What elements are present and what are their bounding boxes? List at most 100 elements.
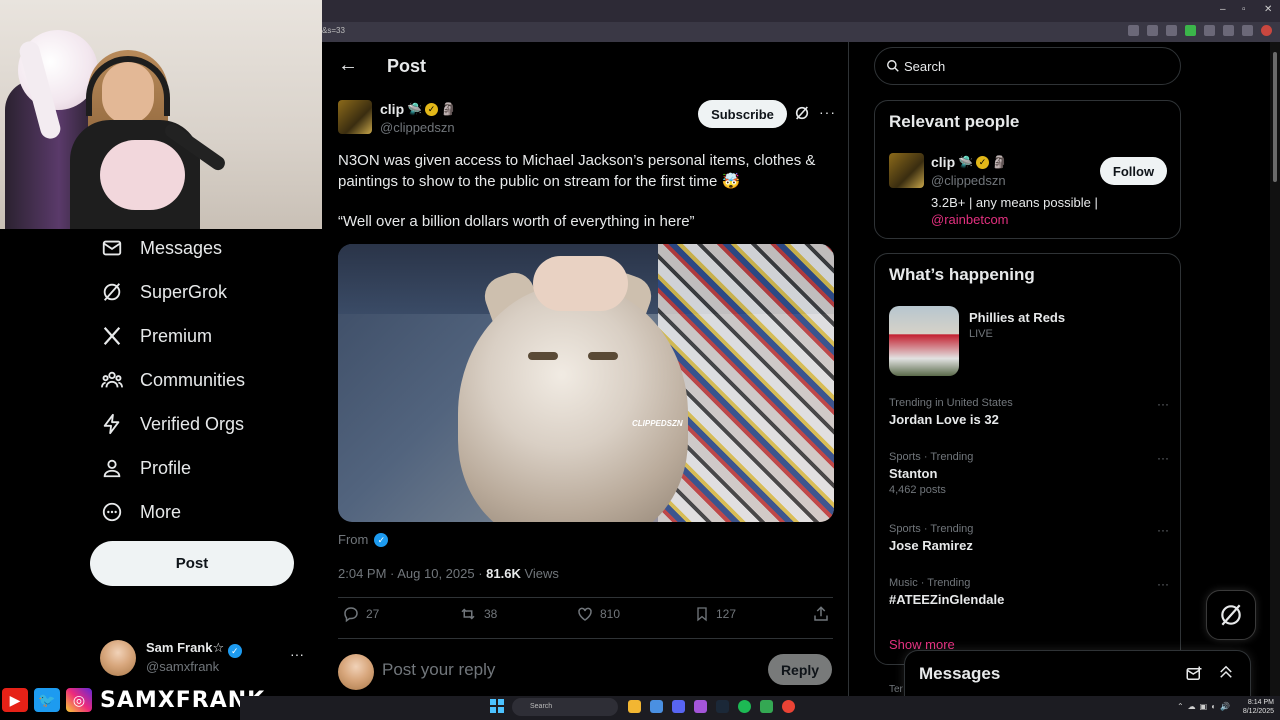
cat	[458, 284, 688, 522]
footer-links[interactable]: Ter	[889, 684, 903, 695]
share-action[interactable]	[812, 605, 830, 623]
relevant-handle[interactable]: @clippedszn	[931, 173, 1006, 188]
trend-name: Jordan Love is 32	[889, 412, 999, 427]
trend-item[interactable]: Sports · Trending Stanton 4,462 posts ··…	[889, 451, 1169, 496]
browser-titlebar	[322, 0, 1280, 22]
system-tray-icons[interactable]: ⌃☁▣◐🔊	[1177, 702, 1234, 711]
bio-link[interactable]: @rainbetcom	[931, 212, 1009, 227]
repost-action[interactable]: 38	[458, 605, 497, 623]
nav-profile[interactable]: Profile	[100, 450, 191, 486]
media-watermark: CLIPPEDSZN	[632, 419, 683, 428]
post-more-icon[interactable]: ···	[819, 104, 836, 120]
search-input[interactable]: Search	[874, 47, 1181, 85]
post-text: N3ON was given access to Michael Jackson…	[338, 152, 816, 190]
affiliate-badge-icon: 🗿	[992, 155, 1008, 169]
twitch-icon[interactable]	[694, 700, 707, 713]
page-title: Post	[387, 56, 427, 76]
taskbar-clock[interactable]: 8:14 PM 8/12/2025	[1243, 698, 1274, 716]
like-action[interactable]: 810	[576, 605, 620, 623]
twitter-icon: 🐦	[32, 686, 62, 714]
relevant-name[interactable]: clip 🛸 ✓ 🗿	[931, 154, 1007, 170]
relevant-avatar[interactable]	[889, 153, 924, 188]
author-avatar[interactable]	[338, 100, 372, 134]
trend-more-icon[interactable]: ···	[1157, 451, 1169, 465]
post-media-video[interactable]: CLIPPEDSZN	[338, 244, 834, 522]
new-message-icon	[1186, 666, 1202, 680]
nav-supergrok[interactable]: SuperGrok	[100, 274, 227, 310]
clock-time: 8:14 PM	[1247, 699, 1274, 706]
nav-communities[interactable]: Communities	[100, 362, 245, 398]
relevant-people-panel: Relevant people clip 🛸 ✓ 🗿 @clippedszn 3…	[874, 100, 1181, 239]
heart-icon	[578, 607, 592, 621]
grok-floating-button[interactable]	[1206, 590, 1256, 640]
gold-verified-icon: ✓	[425, 102, 439, 116]
chrome-icon[interactable]	[782, 700, 795, 713]
discord-icon[interactable]	[672, 700, 685, 713]
spotify-icon[interactable]	[738, 700, 751, 713]
messages-drawer[interactable]: Messages	[904, 650, 1251, 700]
trend-name: #ATEEZinGlendale	[889, 592, 1005, 607]
people-icon	[100, 368, 124, 392]
more-circle-icon	[100, 500, 124, 524]
trend-item[interactable]: Sports · Trending Jose Ramirez ···	[889, 523, 1169, 553]
account-switcher[interactable]: Sam Frank☆ ✓ @samxfrank ···	[100, 638, 310, 678]
file-explorer-icon[interactable]	[628, 700, 641, 713]
featured-trend-title[interactable]: Phillies at Reds	[969, 310, 1065, 325]
trend-meta: Music · Trending	[889, 577, 971, 589]
bookmark-action[interactable]: 127	[694, 605, 736, 623]
account-name-text: Sam Frank☆	[146, 640, 225, 655]
bio-text: 3.2B+ | any means possible |	[931, 195, 1098, 210]
follow-button[interactable]: Follow	[1100, 157, 1167, 185]
minimize-button[interactable]: –	[1220, 4, 1226, 15]
nav-more[interactable]: More	[100, 494, 181, 530]
extension-green-icon[interactable]	[1185, 25, 1196, 36]
trend-more-icon[interactable]: ···	[1157, 397, 1169, 411]
maximize-button[interactable]: ▫	[1242, 4, 1246, 15]
subscribe-button[interactable]: Subscribe	[698, 100, 787, 128]
back-arrow-icon[interactable]: ←	[338, 54, 358, 77]
author-name[interactable]: clip 🛸 ✓ 🗿	[380, 101, 456, 117]
nav-messages[interactable]: Messages	[100, 230, 222, 266]
from-attribution[interactable]: From ✓	[338, 532, 389, 547]
trend-more-icon[interactable]: ···	[1157, 523, 1169, 537]
taskbar-search[interactable]: Search	[512, 698, 618, 716]
nav-premium[interactable]: Premium	[100, 318, 212, 354]
zoom-icon[interactable]	[1147, 25, 1158, 36]
sidebar-icon[interactable]	[1223, 25, 1234, 36]
reply-icon	[344, 607, 358, 623]
grok-icon	[100, 280, 124, 304]
avatar	[100, 640, 136, 676]
post-actions: 27 38 810 127	[338, 605, 833, 629]
star-icon[interactable]	[1166, 25, 1177, 36]
account-more-icon[interactable]: ···	[290, 646, 304, 662]
extension-icon[interactable]	[1128, 25, 1139, 36]
steam-icon[interactable]	[716, 700, 729, 713]
nav-verified-orgs[interactable]: Verified Orgs	[100, 406, 244, 442]
trend-item[interactable]: Trending in United States Jordan Love is…	[889, 397, 1169, 427]
post-header: ← Post	[322, 42, 849, 92]
reply-button[interactable]: Reply	[768, 654, 832, 685]
grok-icon[interactable]	[794, 105, 810, 126]
relevant-bio: 3.2B+ | any means possible | @rainbetcom	[931, 194, 1098, 228]
chevron-up-icon	[1220, 665, 1232, 678]
scrollbar-thumb[interactable]	[1273, 52, 1277, 182]
compose-post-button[interactable]: Post	[90, 541, 294, 586]
trend-item[interactable]: Music · Trending #ATEEZinGlendale ···	[889, 577, 1169, 607]
nav-label: Premium	[140, 325, 213, 346]
person-icon	[100, 456, 124, 480]
trend-name: Jose Ramirez	[889, 538, 973, 553]
author-handle[interactable]: @clippedszn	[380, 120, 455, 135]
close-window-button[interactable]: ✕	[1264, 4, 1272, 15]
trend-more-icon[interactable]: ···	[1157, 577, 1169, 591]
browser-app-icon[interactable]	[650, 700, 663, 713]
puzzle-icon[interactable]	[1204, 25, 1215, 36]
profile-icon[interactable]	[1261, 25, 1272, 36]
scrollbar[interactable]	[1270, 42, 1280, 696]
app-icon[interactable]	[760, 700, 773, 713]
trend-image[interactable]	[889, 306, 959, 376]
reply-action[interactable]: 27	[342, 605, 379, 623]
author-name-text: clip	[380, 101, 405, 117]
reply-input[interactable]: Post your reply	[382, 660, 495, 680]
panel-title: Relevant people	[889, 112, 1020, 131]
download-icon[interactable]	[1242, 25, 1253, 36]
